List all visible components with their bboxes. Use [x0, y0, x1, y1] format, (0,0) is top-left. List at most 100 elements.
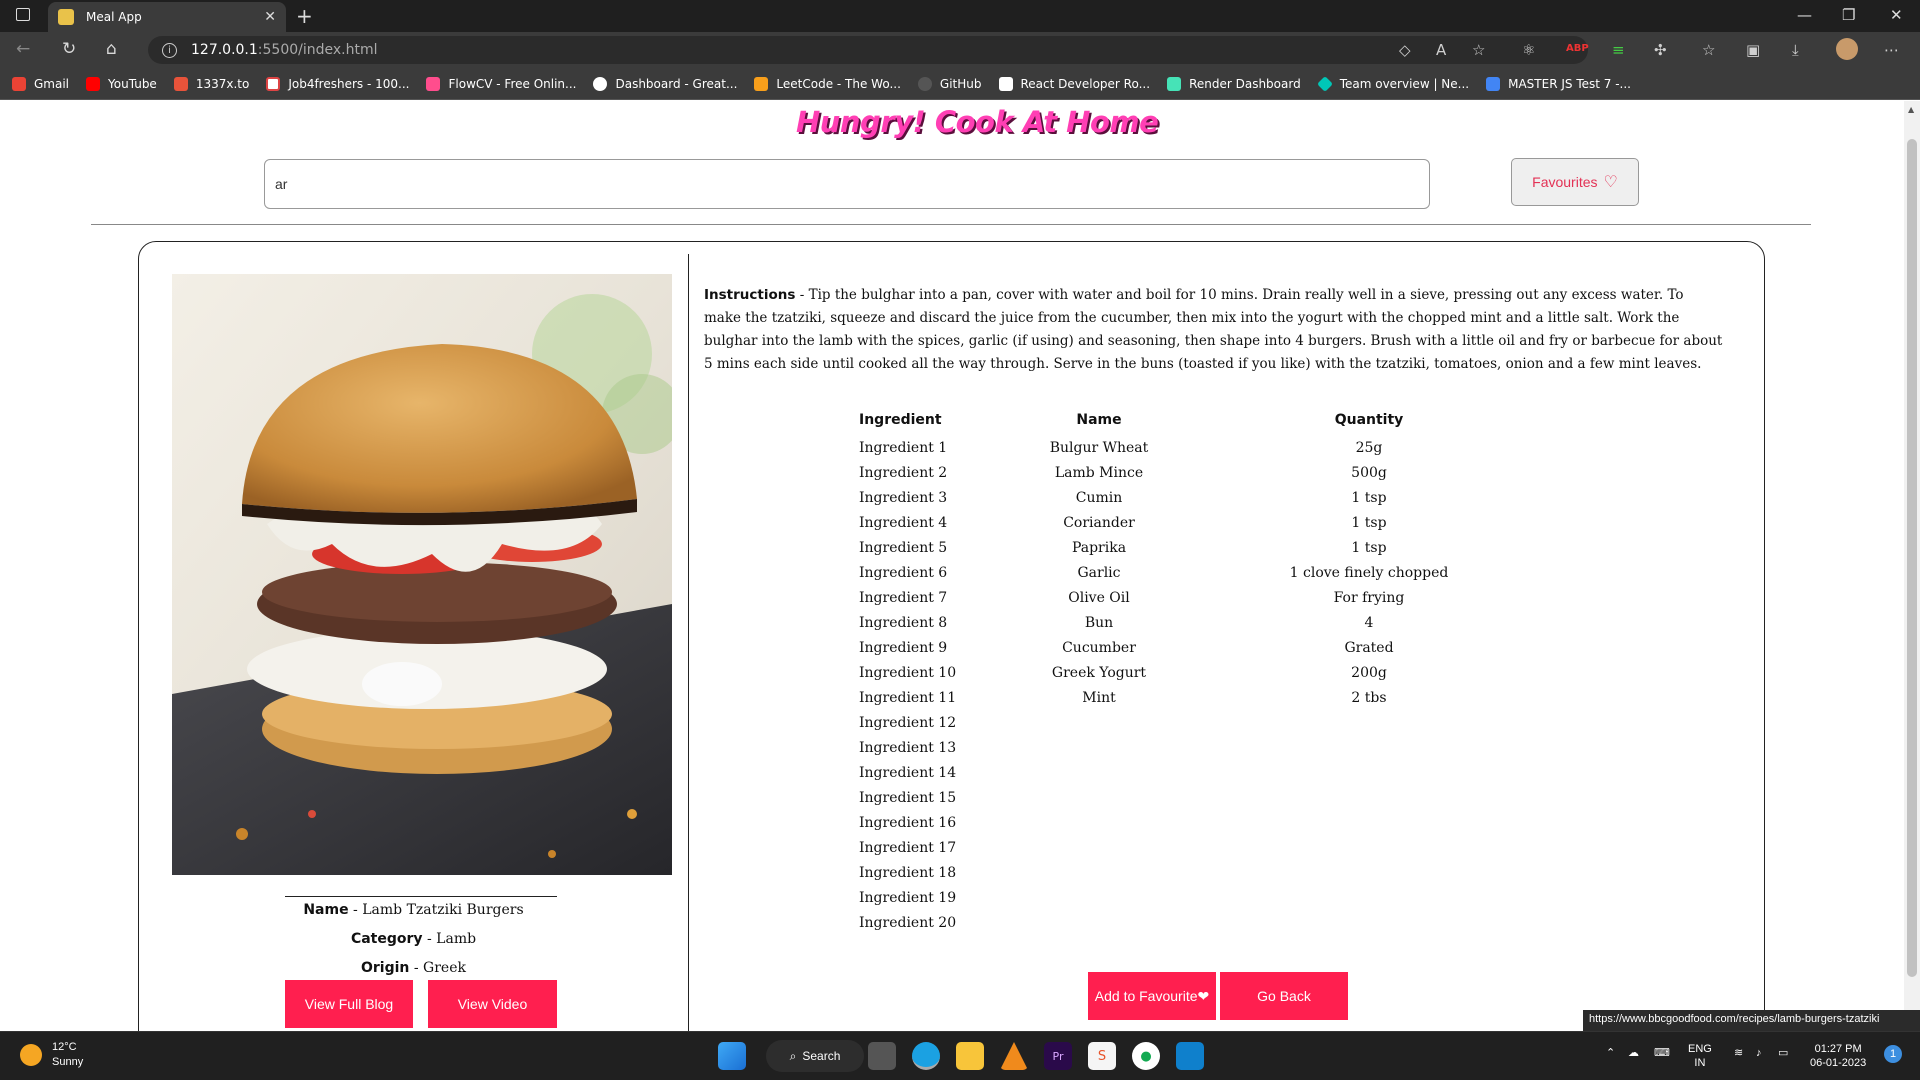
go-back-button[interactable]: Go Back	[1220, 972, 1348, 1020]
quantity-cell: 1 clove finely chopped	[1289, 565, 1449, 581]
name-cell: Paprika	[1071, 540, 1127, 556]
quantity-cell: 500g	[1351, 465, 1387, 481]
adblock-icon[interactable]: ABP	[1566, 43, 1589, 54]
ingredient-cell: Ingredient 8	[859, 615, 948, 631]
browser-toolbar: ← ↻ ⌂ i 127.0.0.1:5500/index.html ◇ A ☆ …	[0, 32, 1920, 68]
instructions-label: Instructions	[704, 287, 796, 303]
bookmark-github[interactable]: GitHub	[917, 76, 982, 91]
bookmark-dashboard[interactable]: Dashboard - Great...	[593, 76, 737, 91]
bookmark-render[interactable]: Render Dashboard	[1167, 76, 1301, 91]
clock[interactable]: 01:27 PM 06-01-2023	[1810, 1042, 1866, 1070]
meal-search-input[interactable]	[264, 159, 1430, 209]
scrollbar-thumb[interactable]	[1907, 139, 1917, 977]
add-favourite-icon[interactable]: ☆	[1472, 41, 1485, 59]
mongodb-icon[interactable]: ●	[1132, 1042, 1160, 1070]
page-scrollbar[interactable]: ▲ ▼	[1904, 101, 1920, 1031]
taskbar-search-button[interactable]: ⌕ Search	[766, 1040, 864, 1072]
quantity-cell: 1 tsp	[1351, 515, 1387, 531]
quantity-cell: 2 tbs	[1351, 690, 1387, 706]
edge-browser-icon[interactable]	[912, 1042, 940, 1070]
name-cell: Lamb Mince	[1054, 465, 1144, 481]
language-indicator[interactable]: ENG IN	[1688, 1042, 1712, 1070]
task-view-icon[interactable]	[868, 1042, 896, 1070]
downloads-icon[interactable]: ⤓	[1792, 41, 1799, 59]
home-icon[interactable]: ⌂	[106, 39, 117, 59]
extension-react-icon[interactable]: ⚛	[1522, 41, 1535, 59]
tab-title: Meal App	[86, 10, 142, 24]
premiere-pro-icon[interactable]: Pr	[1044, 1042, 1072, 1070]
back-icon[interactable]: ←	[16, 39, 30, 59]
vscode-icon[interactable]	[1176, 1042, 1204, 1070]
browser-tab[interactable]: Meal App ✕	[48, 2, 286, 32]
meal-category-row: Category - Lamb	[350, 931, 477, 947]
vlc-icon[interactable]	[1000, 1042, 1028, 1070]
collections-icon[interactable]: ▣	[1746, 41, 1760, 59]
notification-badge[interactable]: 1	[1884, 1045, 1902, 1063]
ingredient-cell: Ingredient 9	[859, 640, 948, 656]
minimize-icon[interactable]: —	[1797, 6, 1812, 24]
windows-start-icon[interactable]	[718, 1042, 746, 1070]
volume-icon[interactable]: ♪	[1756, 1046, 1762, 1060]
extensions-puzzle-icon[interactable]: ✣	[1654, 41, 1667, 59]
name-cell: Cumin	[1075, 490, 1123, 506]
meal-origin: Greek	[423, 960, 466, 976]
quantity-cell: 4	[1364, 615, 1374, 631]
favourites-label: Favourites	[1532, 174, 1598, 190]
gmail-icon	[12, 76, 26, 91]
keyboard-icon[interactable]: ⌨	[1654, 1046, 1670, 1060]
read-aloud-icon[interactable]: A	[1436, 41, 1446, 59]
extension-icon[interactable]: ≡	[1612, 41, 1625, 59]
ingredient-cell: Ingredient 20	[859, 915, 957, 931]
tray-overflow-icon[interactable]: ⌃	[1606, 1046, 1615, 1060]
tracking-icon[interactable]: ◇	[1399, 41, 1411, 59]
quantity-cell: 200g	[1351, 665, 1387, 681]
onedrive-icon[interactable]: ☁	[1628, 1046, 1639, 1060]
file-explorer-icon[interactable]	[956, 1042, 984, 1070]
ingredient-header: Ingredient	[859, 412, 942, 428]
more-menu-icon[interactable]: ⋯	[1884, 41, 1899, 59]
view-video-button[interactable]: View Video	[428, 980, 557, 1028]
bookmark-master-js[interactable]: MASTER JS Test 7 -...	[1486, 76, 1631, 91]
scroll-up-icon[interactable]: ▲	[1908, 105, 1914, 114]
bookmark-flowcv[interactable]: FlowCV - Free Onlin...	[426, 76, 576, 91]
restore-icon[interactable]: ❐	[1842, 6, 1855, 24]
bookmark-leetcode[interactable]: LeetCode - The Wo...	[754, 76, 901, 91]
job4freshers-icon	[266, 76, 281, 91]
search-icon: ⌕	[789, 1048, 797, 1063]
wifi-icon[interactable]: ≋	[1734, 1046, 1743, 1060]
url-host: 127.0.0.1	[191, 42, 258, 58]
quantity-cell: 1 tsp	[1351, 540, 1387, 556]
name-column: Name Bulgur Wheat Lamb Mince Cumin Coriande…	[1039, 412, 1159, 711]
new-tab-icon[interactable]: +	[296, 4, 313, 28]
ingredient-cell: Ingredient 6	[859, 565, 948, 581]
taskbar-search-label: Search	[802, 1049, 841, 1063]
meal-name-label: Name	[303, 902, 349, 918]
bookmark-netlify[interactable]: Team overview | Ne...	[1316, 75, 1469, 92]
sublime-icon[interactable]: S	[1088, 1042, 1116, 1070]
name-cell: Mint	[1082, 690, 1116, 706]
favourites-icon[interactable]: ☆	[1702, 41, 1715, 59]
bookmark-gmail[interactable]: Gmail	[12, 76, 69, 91]
bookmark-1337x[interactable]: 1337x.to	[173, 76, 249, 91]
tab-close-icon[interactable]: ✕	[264, 9, 276, 25]
view-full-blog-button[interactable]: View Full Blog	[285, 980, 413, 1028]
profile-avatar[interactable]	[1836, 38, 1858, 60]
site-info-icon[interactable]: i	[162, 42, 177, 58]
bookmark-youtube[interactable]: YouTube	[86, 76, 157, 91]
meal-category-label: Category	[350, 931, 423, 947]
tab-actions-icon[interactable]	[16, 8, 30, 21]
browser-titlebar: Meal App ✕ + — ❐ ✕	[0, 0, 1920, 32]
reload-icon[interactable]: ↻	[62, 39, 76, 59]
weather-widget[interactable]: 12°C Sunny	[20, 1040, 83, 1070]
favourites-button[interactable]: Favourites ♡	[1511, 158, 1639, 206]
bookmark-job4freshers[interactable]: Job4freshers - 100...	[266, 76, 409, 91]
tab-favicon-icon	[58, 9, 74, 25]
window-close-icon[interactable]: ✕	[1890, 6, 1903, 24]
address-bar[interactable]: i 127.0.0.1:5500/index.html	[148, 36, 1588, 64]
add-to-favourite-button[interactable]: Add to Favourite ❤	[1088, 972, 1216, 1020]
netlify-icon	[1316, 75, 1333, 92]
sun-icon	[20, 1044, 42, 1066]
battery-icon[interactable]: ▭	[1778, 1046, 1788, 1060]
meal-name: Lamb Tzatziki Burgers	[362, 902, 524, 918]
bookmark-react-roadmap[interactable]: React Developer Ro...	[998, 76, 1150, 91]
